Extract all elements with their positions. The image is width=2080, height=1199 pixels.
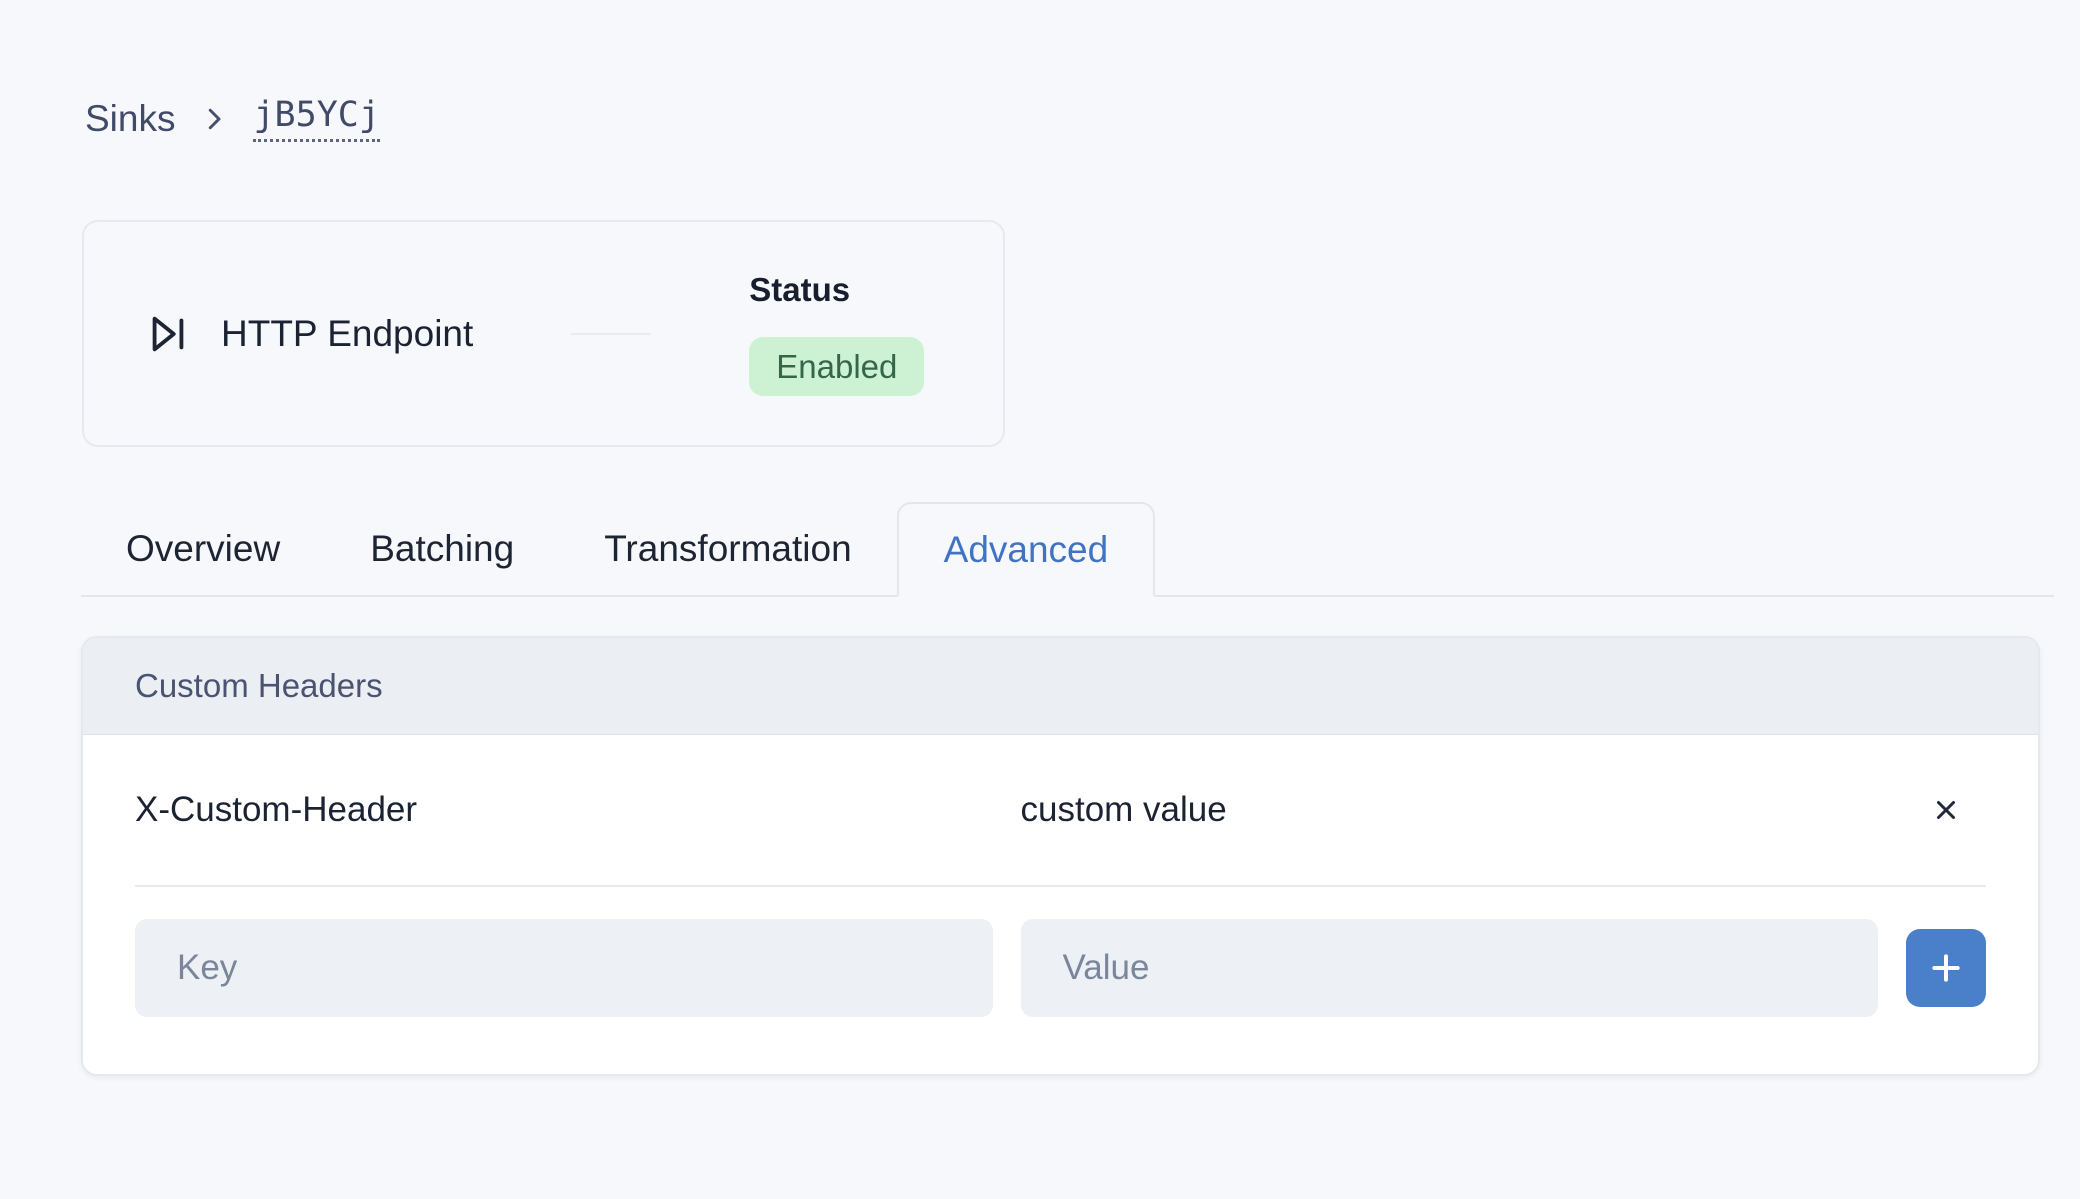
- add-header-row: [135, 919, 1986, 1017]
- panel-body: X-Custom-Header custom value: [83, 735, 2038, 1074]
- key-input[interactable]: [135, 919, 993, 1017]
- tab-batching[interactable]: Batching: [325, 502, 559, 595]
- chevron-right-icon: [199, 104, 229, 134]
- sink-summary-card: HTTP Endpoint Status Enabled: [82, 220, 1005, 447]
- status-badge: Enabled: [749, 337, 924, 397]
- tab-overview[interactable]: Overview: [81, 502, 325, 595]
- tab-advanced[interactable]: Advanced: [897, 502, 1156, 597]
- status-section: Status Enabled: [749, 271, 924, 397]
- breadcrumb-sink-id[interactable]: jB5YCj: [253, 95, 379, 142]
- breadcrumb-sinks-link[interactable]: Sinks: [85, 98, 175, 140]
- header-key-value: X-Custom-Header: [135, 790, 993, 830]
- header-row: X-Custom-Header custom value: [135, 735, 1986, 887]
- breadcrumb: Sinks jB5YCj: [85, 95, 2080, 142]
- add-header-button[interactable]: [1906, 929, 1986, 1007]
- panel-title: Custom Headers: [83, 638, 2038, 735]
- value-input[interactable]: [1021, 919, 1879, 1017]
- plus-icon: [1926, 948, 1966, 988]
- skip-forward-icon: [145, 311, 191, 357]
- status-label: Status: [749, 271, 924, 309]
- sink-tabs: Overview Batching Transformation Advance…: [81, 502, 2054, 597]
- sink-type-title: HTTP Endpoint: [221, 313, 473, 355]
- custom-headers-panel: Custom Headers X-Custom-Header custom va…: [81, 636, 2040, 1076]
- x-mark-icon: [1931, 795, 1961, 825]
- remove-header-button[interactable]: [1920, 784, 1972, 836]
- tab-transformation[interactable]: Transformation: [559, 502, 896, 595]
- card-divider: [571, 333, 651, 335]
- header-value-value: custom value: [1021, 790, 1879, 830]
